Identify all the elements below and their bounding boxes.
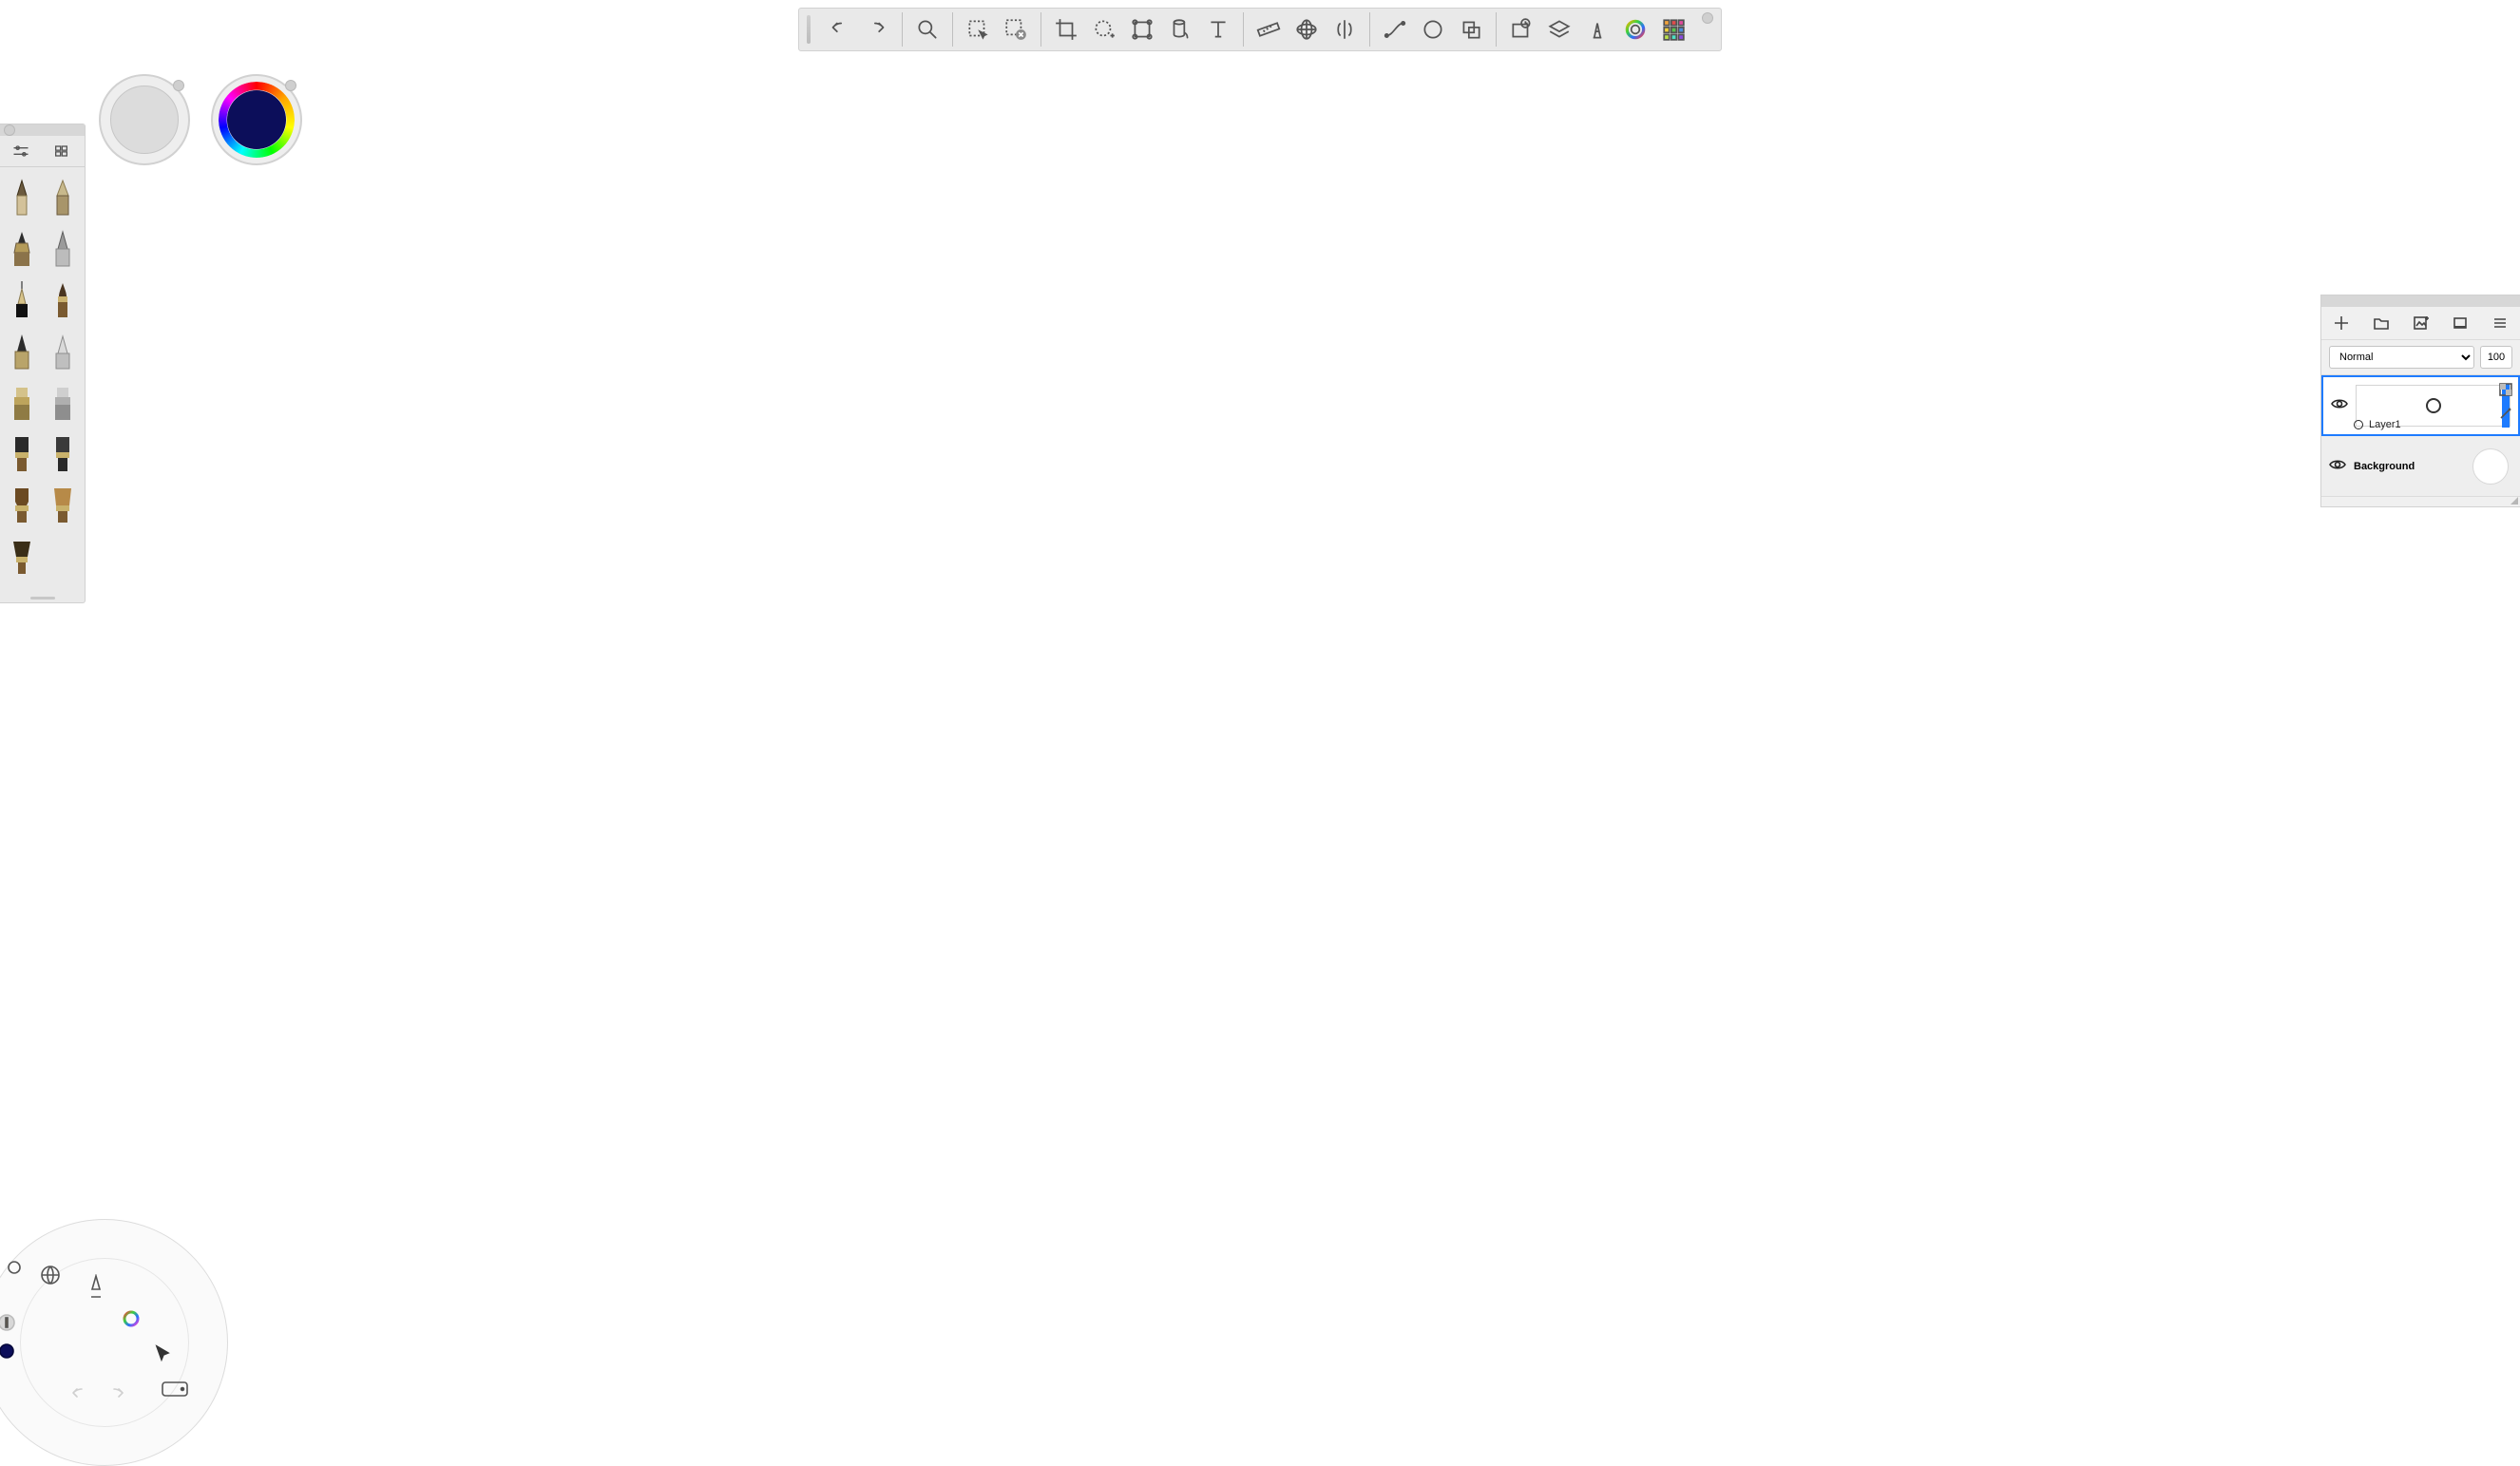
crop-button[interactable]	[1047, 10, 1085, 48]
layer-name-label: Background	[2354, 461, 2415, 472]
lagoon-cursor-icon[interactable]	[151, 1342, 174, 1364]
brush-editor-button[interactable]	[1578, 10, 1616, 48]
bg-color-swatch	[110, 86, 179, 154]
zoom-button[interactable]	[908, 10, 946, 48]
selection-clear-button[interactable]	[997, 10, 1035, 48]
layer-thumbnail[interactable]	[2472, 448, 2509, 485]
brush-inking-pen[interactable]	[6, 279, 38, 321]
brush-tab-grid[interactable]	[49, 142, 78, 161]
brush-grid	[0, 167, 85, 593]
layers-toggle-button[interactable]	[1540, 10, 1578, 48]
shape-guide-button[interactable]	[1452, 10, 1490, 48]
brush-palette-resize-grip[interactable]	[0, 593, 85, 602]
copic-library-button[interactable]	[1654, 10, 1692, 48]
puck-close-dot[interactable]	[173, 80, 184, 91]
ellipse-guide-button[interactable]	[1414, 10, 1452, 48]
symmetry-button[interactable]	[1326, 10, 1364, 48]
brush-technical-pen[interactable]	[6, 228, 38, 270]
lagoon-redo-icon[interactable]	[105, 1381, 128, 1404]
lagoon-brush-icon[interactable]	[85, 1275, 107, 1298]
layer-image-button[interactable]	[2411, 314, 2432, 332]
transform-button[interactable]	[1123, 10, 1161, 48]
brush-bristle-soft[interactable]	[48, 485, 80, 526]
blend-mode-select[interactable]: Normal	[2329, 346, 2474, 369]
selection-rect-button[interactable]	[959, 10, 997, 48]
ruler-button[interactable]	[1250, 10, 1288, 48]
layer-opacity-input[interactable]	[2480, 346, 2512, 369]
lagoon	[0, 1219, 228, 1466]
fill-button[interactable]	[1161, 10, 1199, 48]
brush-airbrush[interactable]	[48, 331, 80, 372]
brush-smudge[interactable]	[6, 536, 38, 578]
brush-round-brush[interactable]	[48, 279, 80, 321]
perspective-button[interactable]	[1288, 10, 1326, 48]
brush-pencil-soft[interactable]	[6, 177, 38, 219]
brush-paint-flat[interactable]	[6, 433, 38, 475]
layer-background-button[interactable]	[2450, 314, 2471, 332]
lagoon-refresh-icon[interactable]	[3, 1256, 26, 1279]
selection-add-button[interactable]	[1085, 10, 1123, 48]
puck-close-dot[interactable]	[285, 80, 296, 91]
layer-folder-button[interactable]	[2371, 314, 2392, 332]
layer-visibility-toggle[interactable]	[2331, 397, 2348, 414]
brush-palette-header[interactable]	[0, 124, 85, 136]
lagoon-color-swatch[interactable]	[0, 1340, 18, 1362]
layer-add-button[interactable]	[2331, 314, 2352, 332]
top-toolbar	[798, 8, 1722, 51]
color-wheel-button[interactable]	[1616, 10, 1654, 48]
layer-visibility-toggle[interactable]	[2329, 458, 2346, 475]
fg-color-puck[interactable]	[211, 74, 302, 165]
layers-panel: Normal Layer1 Background	[2320, 295, 2520, 507]
layers-panel-header[interactable]	[2321, 295, 2520, 307]
toolbar-grip[interactable]	[803, 9, 814, 50]
bg-color-puck[interactable]	[99, 74, 190, 165]
layer-color-tag[interactable]	[2354, 420, 2363, 429]
toolbar-close-dot[interactable]	[1702, 12, 1713, 24]
lagoon-brush-swatch[interactable]	[0, 1311, 18, 1334]
brush-palette	[0, 124, 86, 603]
hue-ring[interactable]	[219, 82, 295, 158]
lagoon-globe-icon[interactable]	[39, 1264, 62, 1286]
layer-name-label: Layer1	[2369, 419, 2401, 430]
lagoon-color-wheel-icon[interactable]	[120, 1307, 143, 1330]
brush-tab-sliders[interactable]	[7, 142, 35, 161]
brush-chisel[interactable]	[6, 331, 38, 372]
curve-guide-button[interactable]	[1376, 10, 1414, 48]
undo-button[interactable]	[820, 10, 858, 48]
brush-pencil-hard[interactable]	[48, 177, 80, 219]
brush-paint-round[interactable]	[48, 433, 80, 475]
layer-item[interactable]: Background	[2321, 436, 2520, 497]
brush-marker-round[interactable]	[48, 382, 80, 424]
redo-button[interactable]	[858, 10, 896, 48]
brush-conte[interactable]	[48, 228, 80, 270]
text-button[interactable]	[1199, 10, 1237, 48]
layer-lock-icon[interactable]	[2499, 407, 2512, 425]
timelapse-button[interactable]	[1502, 10, 1540, 48]
layer-item[interactable]: Layer1	[2321, 375, 2520, 436]
brush-palette-close-dot[interactable]	[4, 124, 15, 136]
layer-menu-button[interactable]	[2490, 314, 2510, 332]
layers-panel-resize-grip[interactable]	[2321, 497, 2520, 506]
layer-transparency-icon[interactable]	[2499, 383, 2512, 401]
lagoon-undo-icon[interactable]	[67, 1381, 90, 1404]
brush-bristle-hard[interactable]	[6, 485, 38, 526]
lagoon-tablet-icon[interactable]	[161, 1378, 189, 1400]
brush-marker-square[interactable]	[6, 382, 38, 424]
